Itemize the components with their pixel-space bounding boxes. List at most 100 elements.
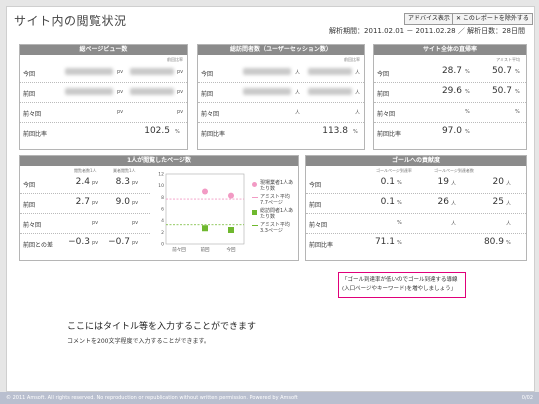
pageview-panel-title: 総ページビュー数 xyxy=(20,45,187,55)
average-value: 50.7 xyxy=(491,86,512,96)
unit: 人 xyxy=(506,201,512,207)
bounce-value: 29.6 xyxy=(441,86,462,96)
table-row: 今回 28.7 % 50.7 % xyxy=(374,62,526,83)
unit: pv xyxy=(177,69,184,75)
pages-value: 2.4 xyxy=(75,177,90,187)
page-title: サイト内の閲覧状況 xyxy=(14,14,127,28)
pages-value: 2.7 xyxy=(75,197,90,207)
goal-value: 0.1 xyxy=(380,177,395,187)
unit: pv xyxy=(177,109,184,115)
unit: % xyxy=(506,240,511,246)
table-row: 前回 0.1 % 26 人 25 人 xyxy=(306,193,526,214)
unit: 人 xyxy=(295,70,301,76)
masked-value xyxy=(130,88,174,95)
unit: 人 xyxy=(506,181,512,187)
unit: 人 xyxy=(355,70,361,76)
unit: pv xyxy=(132,240,139,246)
table-row: 前回 pv pv xyxy=(20,82,187,103)
x-tick-label: 前回 xyxy=(201,246,210,253)
copyright: © 2011 Amsoft. All rights reserved. No r… xyxy=(6,395,298,401)
row-label: 前回比率 xyxy=(23,131,48,138)
pages-panel-title: 1人が閲覧したページ数 xyxy=(20,156,298,166)
row-label: 今回 xyxy=(23,71,36,78)
unit: 人 xyxy=(355,90,361,96)
table-row: 前回 人 人 xyxy=(198,82,364,103)
unit: 人 xyxy=(355,110,361,116)
row-label: 前回 xyxy=(201,91,214,98)
unit: % xyxy=(465,129,470,135)
masked-value xyxy=(130,68,174,75)
y-tick-label: 6 xyxy=(161,207,164,213)
unit: 人 xyxy=(451,221,457,227)
row-label: 前回 xyxy=(309,202,322,209)
legend-label: アミスト平均3.3ページ xyxy=(260,222,290,234)
y-tick-label: 4 xyxy=(161,218,164,224)
x-tick-label: 前々回 xyxy=(172,246,186,253)
masked-value xyxy=(65,68,113,75)
unit: 人 xyxy=(451,181,457,187)
goal-value: 25 xyxy=(492,197,504,207)
masked-value xyxy=(308,88,352,95)
unit: 人 xyxy=(295,110,301,116)
table-row: 前回比率 71.1 % 80.9 % xyxy=(306,233,526,253)
unit: pv xyxy=(132,220,139,226)
custom-comment[interactable]: コメントを200文字程度で入力することができます。 xyxy=(67,336,210,345)
ratio-value: 97.0 xyxy=(441,126,462,136)
table-row: 前々回 % 人 人 xyxy=(306,213,526,234)
table-row: 前々回 人 人 xyxy=(198,102,364,123)
visits-panel-title: 総訪問者数（ユーザーセッション数） xyxy=(198,45,364,55)
unit: % xyxy=(515,89,520,95)
legend-dash-icon xyxy=(252,225,258,226)
unit: % xyxy=(397,240,402,246)
goal-panel-title: ゴールへの貢献度 xyxy=(306,156,526,166)
unit: pv xyxy=(92,200,99,206)
table-row: 今回 0.1 % 19 人 20 人 xyxy=(306,173,526,194)
row-label: 今回 xyxy=(377,71,390,78)
row-label: 前々回 xyxy=(309,222,328,229)
unit: % xyxy=(515,69,520,75)
analysis-period: 解析期間：2011.02.01 － 2011.02.28 ／ 解析日数：28日間 xyxy=(329,27,525,35)
ratio-value: 80.9 xyxy=(483,237,504,247)
table-row: 前回 2.7 pv 9.0 pv xyxy=(20,193,150,214)
average-value: 50.7 xyxy=(491,66,512,76)
goal-value: 26 xyxy=(437,197,449,207)
y-tick-label: 0 xyxy=(161,242,164,248)
unit: 人 xyxy=(295,90,301,96)
legend-label: 現場業者1人あたり数 xyxy=(260,180,294,192)
ratio-value: 113.8 xyxy=(322,126,348,136)
data-point xyxy=(228,227,234,233)
goal-value: 0.1 xyxy=(380,197,395,207)
table-row: 今回 2.4 pv 8.3 pv xyxy=(20,173,150,194)
row-label: 今回 xyxy=(23,182,36,189)
table-row: 前々回 pv pv xyxy=(20,102,187,123)
row-label: 前々回 xyxy=(23,222,42,229)
footer: © 2011 Amsoft. All rights reserved. No r… xyxy=(0,392,539,404)
pages-chart: 12 10 8 6 4 2 0 前々回 前回 今回 xyxy=(158,172,245,253)
masked-value xyxy=(243,88,291,95)
legend-dash-icon xyxy=(252,197,258,198)
row-label: 今回 xyxy=(309,182,322,189)
unit: pv xyxy=(117,109,124,115)
data-point xyxy=(228,192,234,199)
row-label: 前回 xyxy=(23,202,36,209)
custom-title[interactable]: ここにはタイトル等を入力することができます xyxy=(67,319,256,332)
unit: 人 xyxy=(506,221,512,227)
advice-button[interactable]: アドバイス表示 xyxy=(404,13,454,25)
row-label: 前々回 xyxy=(201,111,220,118)
bounce-value: 28.7 xyxy=(441,66,462,76)
unit: pv xyxy=(117,69,124,75)
unit: % xyxy=(397,200,402,206)
pageview-panel: 総ページビュー数 前回比率 今回 pv pv 前回 pv pv 前々回 pv p… xyxy=(19,44,188,150)
table-row: 前回比率 113.8 % xyxy=(198,122,364,142)
table-row: 前々回 pv pv xyxy=(20,213,150,234)
diff-value: −0.3 xyxy=(68,237,90,247)
table-row: 前回比率 102.5 % xyxy=(20,122,187,142)
exclude-report-button[interactable]: ✕ このレポートを除外する xyxy=(452,13,533,25)
page-number: 0/02 xyxy=(521,395,533,401)
masked-value xyxy=(65,88,113,95)
legend-label: アミスト平均7.7ページ xyxy=(260,194,290,206)
masked-value xyxy=(243,68,291,75)
legend-circle-icon xyxy=(252,182,257,187)
goal-value: 20 xyxy=(492,177,504,187)
row-label: 前々回 xyxy=(377,111,396,118)
